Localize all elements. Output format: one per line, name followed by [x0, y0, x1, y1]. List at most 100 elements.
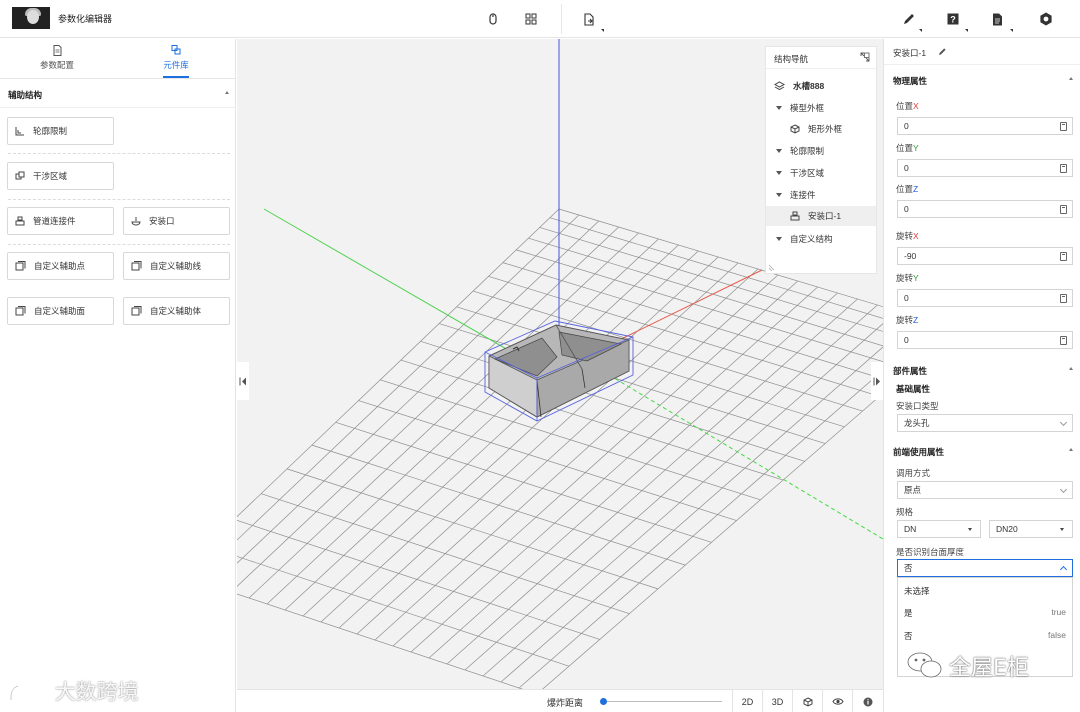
port-type-select[interactable]: 龙头孔 — [897, 414, 1073, 432]
structure-navigation-panel: 结构导航 水槽888 模型外框 矩形外框 轮廓限制 干涉区域 连接件 安装口-1… — [765, 46, 877, 274]
tree-expand-icon[interactable] — [776, 171, 782, 175]
button-label: 自定义辅助体 — [150, 306, 202, 316]
pipe-connector-button[interactable]: 管道连接件 — [7, 207, 114, 235]
chevron-up-icon — [1059, 565, 1068, 574]
nav-item-model-frame[interactable]: 模型外框 — [766, 98, 876, 118]
collapse-caret-icon — [1069, 367, 1073, 370]
dropdown-option-unselected[interactable]: 未选择 — [898, 580, 1072, 600]
section-auxiliary-structure[interactable]: 辅助结构 — [0, 80, 236, 108]
thickness-label: 是否识别台面厚度 — [896, 547, 965, 557]
selected-component-header: 安装口-1 — [884, 39, 1080, 65]
calculator-icon[interactable] — [1060, 122, 1067, 131]
3d-viewport[interactable]: 结构导航 水槽888 模型外框 矩形外框 轮廓限制 干涉区域 连接件 安装口-1… — [237, 39, 883, 689]
tree-expand-icon[interactable] — [776, 106, 782, 110]
nav-item-interference-zone[interactable]: 干涉区域 — [766, 163, 876, 183]
custom-point-button[interactable]: 自定义辅助点 — [7, 252, 114, 280]
port-type-label: 安装口类型 — [896, 401, 939, 411]
active-tab-indicator — [163, 76, 189, 78]
install-port-button[interactable]: 安装口 — [123, 207, 230, 235]
rotation-z-input[interactable]: 0 — [897, 331, 1073, 349]
nav-item-connectors[interactable]: 连接件 — [766, 185, 876, 205]
grid-icon[interactable] — [520, 8, 542, 30]
collapse-left-panel-button[interactable] — [237, 362, 249, 400]
thickness-value: 否 — [904, 563, 913, 573]
caret-down-icon — [968, 528, 972, 531]
spec-type-select[interactable]: DN — [897, 520, 981, 538]
view-2d-button[interactable]: 2D — [732, 690, 762, 712]
nav-item-sink[interactable]: 水槽888 — [766, 76, 876, 96]
calculator-icon[interactable] — [1060, 164, 1067, 173]
rename-pencil-icon[interactable] — [938, 47, 947, 56]
settings-gear-icon[interactable] — [1035, 8, 1057, 30]
calculator-icon[interactable] — [1060, 205, 1067, 214]
cube-view-button[interactable] — [792, 690, 822, 712]
export-file-icon[interactable] — [578, 8, 600, 30]
thickness-select[interactable]: 否 — [897, 559, 1073, 577]
interference-zone-button[interactable]: 干涉区域 — [7, 162, 114, 190]
position-x-input[interactable]: 0 — [897, 117, 1073, 135]
sink-model[interactable] — [484, 320, 634, 422]
top-toolbar: 参数化编辑器 ? — [0, 0, 1080, 38]
nav-item-install-port-1[interactable]: 安装口-1 — [766, 206, 876, 226]
section-physical-properties[interactable]: 物理属性 — [884, 66, 1080, 92]
resize-handle-icon[interactable] — [768, 264, 775, 271]
help-icon[interactable]: ? — [942, 8, 964, 30]
tab-label: 参数配置 — [39, 60, 74, 70]
spec-size-select[interactable]: DN20 — [989, 520, 1073, 538]
connector-icon — [15, 216, 25, 226]
info-button[interactable] — [852, 690, 882, 712]
tab-parameter-config[interactable]: 参数配置 — [27, 45, 87, 71]
position-z-input[interactable]: 0 — [897, 200, 1073, 218]
section-part-properties[interactable]: 部件属性 — [884, 356, 1080, 382]
position-y-input[interactable]: 0 — [897, 159, 1073, 177]
custom-line-button[interactable]: 自定义辅助线 — [123, 252, 230, 280]
explode-distance-slider-knob[interactable] — [600, 698, 607, 705]
calculator-icon[interactable] — [1060, 294, 1067, 303]
nav-item-label: 矩形外框 — [808, 124, 843, 134]
rotation-x-input[interactable]: -90 — [897, 247, 1073, 265]
cube-add-icon — [131, 306, 142, 316]
section-title: 部件属性 — [893, 366, 928, 376]
pencil-icon[interactable] — [898, 8, 920, 30]
rotation-y-input[interactable]: 0 — [897, 289, 1073, 307]
call-mode-label: 调用方式 — [896, 468, 931, 478]
calculator-icon[interactable] — [1060, 336, 1067, 345]
wechat-logo-icon — [907, 652, 942, 678]
view-3d-button[interactable]: 3D — [762, 690, 792, 712]
calculator-icon[interactable] — [1060, 252, 1067, 261]
cube-add-icon — [15, 306, 26, 316]
rotation-y-label: 旋转Y — [896, 273, 919, 283]
info-icon — [863, 697, 872, 706]
nav-item-rect-frame[interactable]: 矩形外框 — [766, 119, 876, 139]
rotate-icon[interactable] — [482, 8, 504, 30]
call-mode-select[interactable]: 原点 — [897, 481, 1073, 499]
dropdown-option-yes[interactable]: 是 true — [898, 602, 1072, 622]
tree-expand-icon[interactable] — [776, 193, 782, 197]
nav-item-contour-limit[interactable]: 轮廓限制 — [766, 141, 876, 161]
tree-expand-icon[interactable] — [776, 237, 782, 241]
right-properties-panel: 安装口-1 物理属性 位置X 0 位置Y 0 位置Z 0 旋转X -90 旋转Y… — [883, 39, 1080, 712]
expand-icon[interactable] — [860, 52, 870, 62]
dropdown-option-no[interactable]: 否 false — [898, 625, 1072, 645]
tab-component-library[interactable]: 元件库 — [146, 45, 206, 71]
document-icon — [53, 45, 62, 56]
visibility-button[interactable] — [822, 690, 852, 712]
toolbar-divider — [561, 4, 562, 34]
watermark-left: 大数跨境 — [8, 676, 139, 706]
divider — [8, 153, 230, 154]
document-icon[interactable] — [986, 8, 1008, 30]
divider — [8, 244, 230, 245]
tree-expand-icon[interactable] — [776, 149, 782, 153]
overlap-icon — [15, 171, 25, 180]
cube-add-icon — [15, 261, 26, 271]
custom-body-button[interactable]: 自定义辅助体 — [123, 297, 230, 325]
section-frontend-properties[interactable]: 前端使用属性 — [884, 437, 1080, 463]
nav-item-custom-structure[interactable]: 自定义结构 — [766, 229, 876, 249]
position-y-label: 位置Y — [896, 143, 919, 153]
custom-face-button[interactable]: 自定义辅助面 — [7, 297, 114, 325]
button-label: 轮廓限制 — [33, 126, 68, 136]
collapse-right-panel-button[interactable] — [871, 362, 883, 400]
contour-limit-button[interactable]: 轮廓限制 — [7, 117, 114, 145]
port-type-value: 龙头孔 — [904, 418, 930, 428]
explode-distance-slider[interactable] — [604, 701, 722, 702]
